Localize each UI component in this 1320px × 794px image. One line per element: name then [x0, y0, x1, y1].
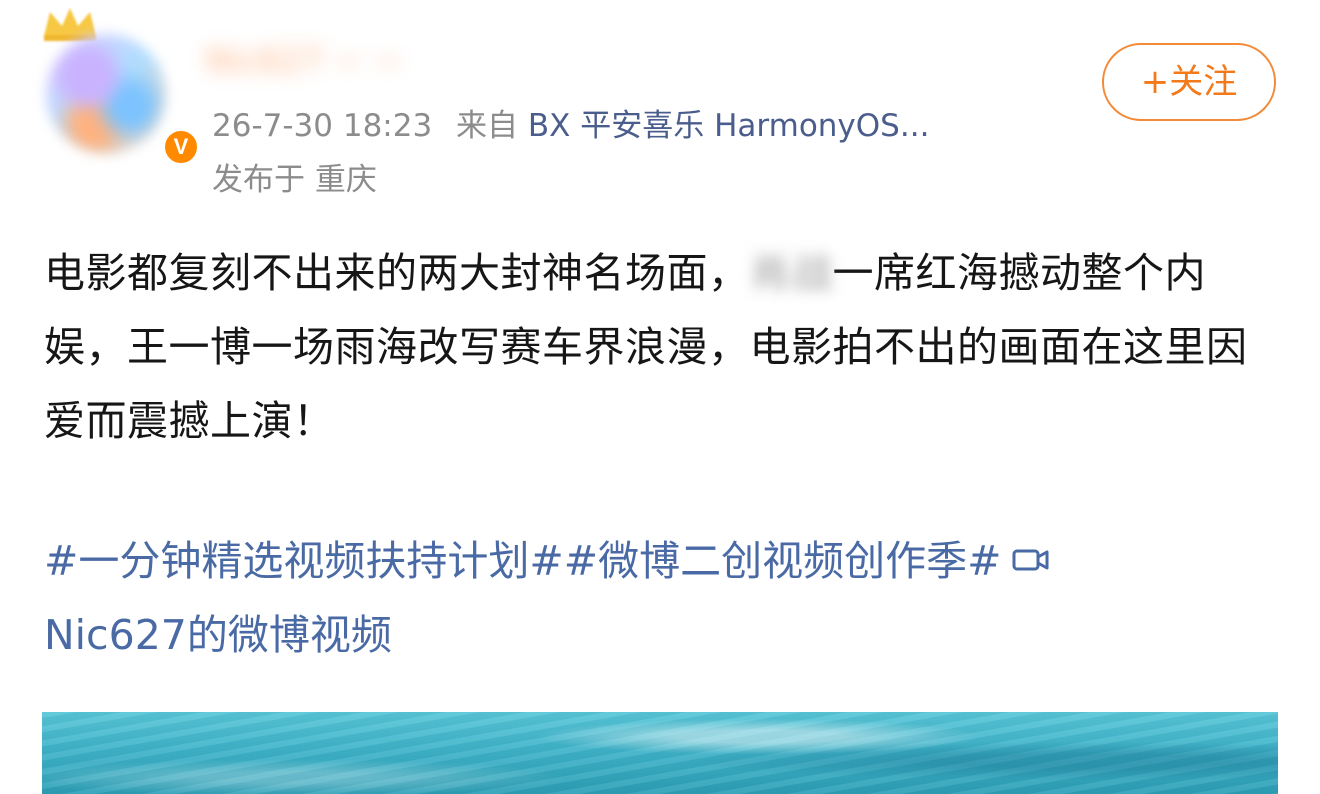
- post-timestamp: 26-7-30 18:23: [212, 108, 433, 144]
- verified-badge-icon: V: [162, 128, 200, 166]
- username[interactable]: Nic627 ~ ~: [205, 36, 600, 86]
- video-link[interactable]: Nic627的微博视频: [44, 611, 392, 659]
- post-text-blurred-name: 肖战: [749, 249, 833, 297]
- avatar-container[interactable]: V: [32, 6, 200, 166]
- source-prefix: 来自: [456, 108, 519, 144]
- video-thumbnail-image: [42, 712, 1278, 794]
- post-text-part1: 电影都复刻不出来的两大封神名场面，: [44, 249, 750, 297]
- video-thumbnail[interactable]: [42, 712, 1278, 794]
- post-meta: 26-7-30 18:23 来自 BX 平安喜乐 HarmonyOS...: [212, 104, 929, 148]
- post-content: 电影都复刻不出来的两大封神名场面，肖战一席红海撼动整个内娱，王一博一场雨海改写赛…: [44, 236, 1279, 458]
- device-source[interactable]: BX 平安喜乐 HarmonyOS...: [528, 108, 930, 144]
- hashtag-link-2[interactable]: #微博二创视频创作季#: [564, 537, 1002, 585]
- hashtag-block: #一分钟精选视频扶持计划##微博二创视频创作季# Nic627的微博视频: [44, 524, 1284, 672]
- hashtag-link-1[interactable]: #一分钟精选视频扶持计划#: [44, 537, 564, 585]
- post-location: 发布于 重庆: [212, 162, 377, 198]
- video-camera-icon: [1012, 549, 1049, 571]
- avatar[interactable]: [46, 34, 166, 154]
- follow-button[interactable]: +关注: [1102, 43, 1276, 121]
